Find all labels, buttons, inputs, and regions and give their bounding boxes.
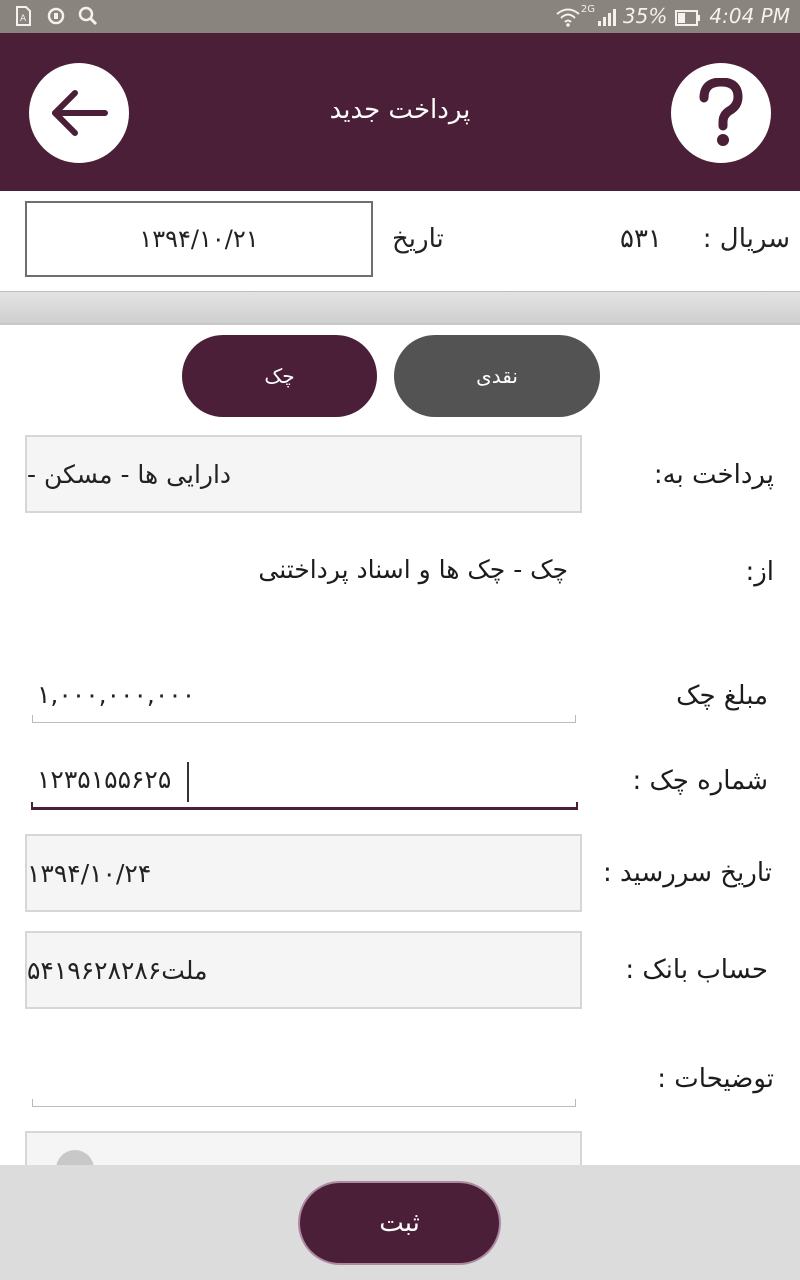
battery-icon xyxy=(675,7,701,26)
cash-toggle-button[interactable]: نقدی xyxy=(394,335,600,417)
submit-button[interactable]: ثبت xyxy=(300,1183,499,1263)
clock: 4:04 PM xyxy=(709,4,790,28)
amount-label: مبلغ چک xyxy=(676,681,768,711)
amount-underline xyxy=(32,715,576,723)
bank-account-field[interactable]: ملت۵۴۱۹۶۲۸۲۸۶ xyxy=(25,931,582,1009)
cheque-number-label: شماره چک : xyxy=(632,766,768,796)
amount-input[interactable]: ۱,۰۰۰,۰۰۰,۰۰۰ xyxy=(37,680,195,709)
sync-icon xyxy=(46,6,65,25)
section-divider xyxy=(0,291,800,325)
from-label: از: xyxy=(745,557,774,587)
serial-label: سریال : xyxy=(702,224,790,254)
app-header: پرداخت جدید xyxy=(0,33,800,191)
pay-to-field[interactable]: دارایی ها - مسکن - xyxy=(25,435,582,513)
signal-icon xyxy=(597,7,616,26)
from-value[interactable]: چک - چک ها و اسناد پرداختنی xyxy=(258,555,568,584)
serial-date-row: ۱۳۹۴/۱۰/۲۱ تاریخ ۵۳۱ سریال : xyxy=(0,191,800,291)
text-cursor xyxy=(187,762,189,802)
date-field[interactable]: ۱۳۹۴/۱۰/۲۱ xyxy=(25,201,373,277)
serial-value: ۵۳۱ xyxy=(620,224,662,254)
cheque-number-input[interactable]: ۱۲۳۵۱۵۵۶۲۵ xyxy=(37,765,171,794)
due-date-field[interactable]: ۱۳۹۴/۱۰/۲۴ xyxy=(25,834,582,912)
cheque-toggle-button[interactable]: چک xyxy=(182,335,377,417)
date-label: تاریخ xyxy=(392,224,444,254)
sim-card-icon: A xyxy=(14,6,32,26)
svg-text:A: A xyxy=(20,14,27,24)
description-label: توضیحات : xyxy=(657,1064,774,1094)
network-type-label: 2G xyxy=(580,3,595,15)
description-underline xyxy=(32,1099,576,1107)
pay-to-label: پرداخت به: xyxy=(653,460,774,490)
bank-account-label: حساب بانک : xyxy=(625,955,768,985)
question-mark-icon xyxy=(699,78,743,146)
bottom-bar: ثبت xyxy=(0,1165,800,1280)
battery-percent: 35% xyxy=(622,4,668,28)
wifi-icon xyxy=(555,7,580,27)
cheque-number-underline xyxy=(31,802,578,810)
due-date-label: تاریخ سررسید : xyxy=(603,858,772,888)
status-bar: A 2G 35% 4:04 PM xyxy=(0,0,800,33)
help-button[interactable] xyxy=(671,63,771,163)
search-icon xyxy=(78,6,98,26)
